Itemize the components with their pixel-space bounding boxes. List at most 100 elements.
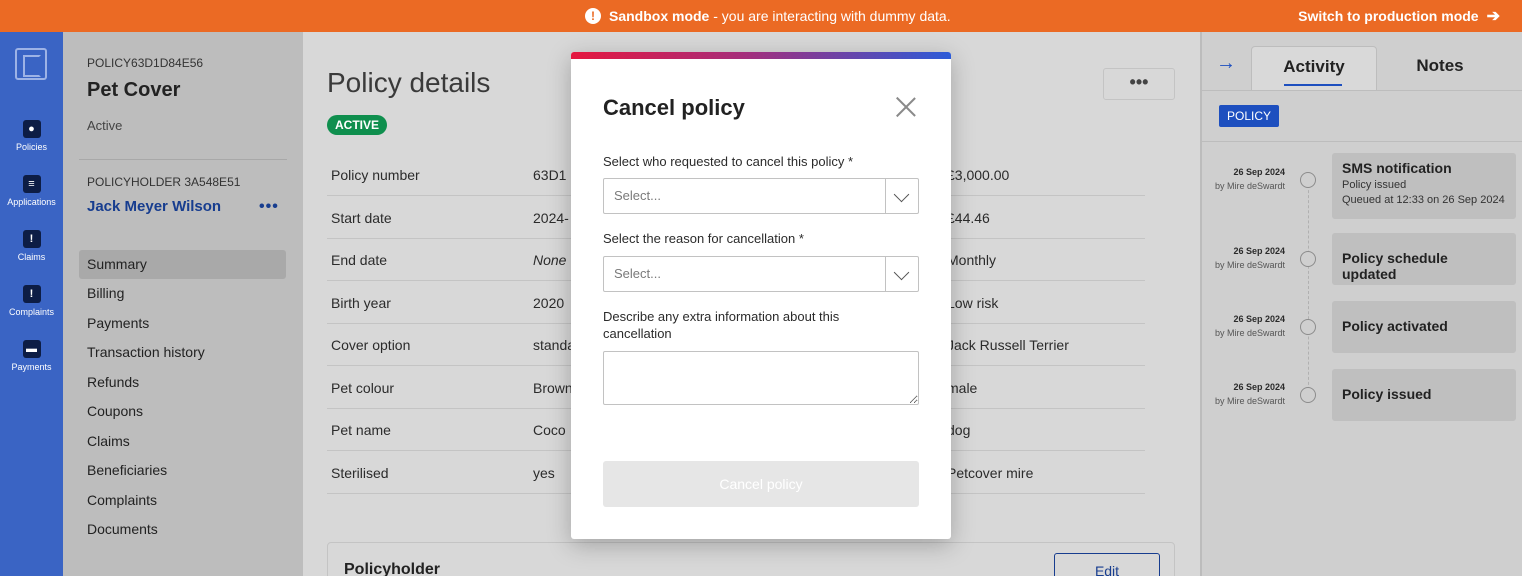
requester-dropdown-button[interactable] — [885, 179, 918, 213]
activity-panel: → Activity Notes POLICY 26 Sep 2024 by M… — [1200, 32, 1522, 576]
extra-info-textarea[interactable] — [603, 351, 919, 405]
payments-icon: ▬ — [22, 340, 41, 358]
timeline-dot — [1300, 251, 1316, 267]
detail-value: yes — [533, 465, 555, 481]
switch-production-label: Switch to production mode — [1298, 8, 1479, 24]
nav-item-policies[interactable]: ● Policies — [0, 120, 63, 152]
activity-author: by Mire deSwardt — [1214, 396, 1285, 406]
activity-date: 26 Sep 2024 — [1233, 314, 1285, 324]
divider — [1202, 90, 1522, 91]
menu-item-summary[interactable]: Summary — [79, 250, 286, 279]
timeline-dot — [1300, 387, 1316, 403]
reason-select-value: Select... — [614, 266, 661, 281]
activity-card[interactable]: Policy schedule updated — [1332, 233, 1516, 285]
detail-value: Petcover mire — [947, 465, 1034, 481]
nav-label: Payments — [11, 362, 52, 372]
detail-value: 2020 — [533, 295, 565, 311]
policyholder-card: Policyholder Edit — [327, 542, 1175, 576]
nav-label: Applications — [7, 197, 56, 207]
detail-value: Jack Russell Terrier — [947, 337, 1069, 353]
detail-label: End date — [331, 252, 388, 268]
reason-label: Select the reason for cancellation * — [603, 231, 804, 246]
sandbox-message: ! Sandbox mode - you are interacting wit… — [585, 0, 951, 32]
exclamation-icon: ! — [585, 8, 601, 24]
activity-author: by Mire deSwardt — [1214, 328, 1285, 338]
policy-filter-chip[interactable]: POLICY — [1219, 105, 1280, 127]
edit-button[interactable]: Edit — [1054, 553, 1160, 576]
collapse-panel-icon[interactable]: → — [1216, 52, 1236, 75]
cancel-policy-button[interactable]: Cancel policy — [603, 461, 919, 507]
detail-label: Sterilised — [331, 465, 389, 481]
applications-icon: ≡ — [22, 175, 41, 193]
activity-title: Policy issued — [1342, 386, 1432, 402]
reason-select[interactable]: Select... — [603, 256, 919, 292]
detail-value: male — [947, 380, 978, 396]
activity-card[interactable]: Policy activated — [1332, 301, 1516, 353]
logo-icon[interactable] — [15, 48, 47, 80]
activity-line: Queued at 12:33 on 26 Sep 2024 — [1342, 194, 1505, 206]
menu-item-billing[interactable]: Billing — [79, 279, 286, 308]
detail-value: standa — [533, 337, 576, 353]
policyholder-more-button[interactable]: ••• — [259, 198, 279, 216]
nav-item-payments[interactable]: ▬ Payments — [0, 340, 63, 372]
menu-item-beneficiaries[interactable]: Beneficiaries — [79, 456, 286, 485]
detail-label: Pet name — [331, 422, 391, 438]
detail-label: Policy number — [331, 167, 420, 183]
requester-select[interactable]: Select... — [603, 178, 919, 214]
activity-date: 26 Sep 2024 — [1233, 246, 1285, 256]
menu-item-transaction-history[interactable]: Transaction history — [79, 338, 286, 367]
activity-card[interactable]: SMS notification Policy issued Queued at… — [1332, 153, 1516, 219]
menu-item-complaints[interactable]: Complaints — [79, 486, 286, 515]
more-actions-button[interactable]: ••• — [1103, 68, 1175, 100]
activity-line: Policy issued — [1342, 179, 1407, 191]
tab-label: Activity — [1283, 57, 1345, 76]
menu-item-documents[interactable]: Documents — [79, 515, 286, 544]
modal-title: Cancel policy — [603, 95, 745, 120]
nav-item-applications[interactable]: ≡ Applications — [0, 175, 63, 207]
detail-value: Monthly — [947, 252, 997, 268]
tab-activity[interactable]: Activity — [1251, 46, 1377, 90]
policy-name: Pet Cover — [87, 79, 181, 101]
page-title: Policy details — [327, 67, 491, 98]
timeline-line — [1308, 180, 1309, 400]
detail-value: Brown — [533, 380, 573, 396]
tab-notes[interactable]: Notes — [1377, 46, 1503, 90]
chevron-down-icon — [893, 264, 910, 281]
timeline-dot — [1300, 172, 1316, 188]
modal-accent-bar — [571, 52, 951, 59]
detail-value: £44.46 — [947, 210, 990, 226]
cancel-policy-modal: Cancel policy Select who requested to ca… — [571, 52, 951, 539]
menu-item-coupons[interactable]: Coupons — [79, 397, 286, 426]
detail-value: Coco — [533, 422, 566, 438]
activity-card[interactable]: Policy issued — [1332, 369, 1516, 421]
policyholder-reference: POLICYHOLDER 3A548E51 — [87, 175, 241, 189]
policy-status: Active — [87, 118, 123, 133]
nav-label: Complaints — [8, 307, 55, 317]
complaints-icon: ! — [22, 285, 41, 303]
detail-value: 63D1 — [533, 167, 567, 183]
policyholder-name-link[interactable]: Jack Meyer Wilson — [87, 198, 221, 215]
policy-sidebar: POLICY63D1D84E56 Pet Cover Active POLICY… — [63, 32, 303, 576]
divider — [1202, 141, 1522, 142]
detail-value: Low risk — [947, 295, 999, 311]
policy-reference: POLICY63D1D84E56 — [87, 56, 204, 70]
menu-item-refunds[interactable]: Refunds — [79, 368, 286, 397]
nav-label: Claims — [17, 252, 46, 262]
status-badge: ACTIVE — [327, 115, 388, 135]
reason-dropdown-button[interactable] — [885, 257, 918, 291]
detail-label: Birth year — [331, 295, 391, 311]
switch-production-link[interactable]: Switch to production mode ➔ — [1298, 0, 1500, 32]
sandbox-mode-text: - you are interacting with dummy data. — [709, 8, 951, 24]
arrow-right-icon: ➔ — [1486, 8, 1500, 25]
left-nav-content: ● Policies ≡ Applications ! Claims ! Com… — [0, 32, 63, 576]
menu-item-payments[interactable]: Payments — [79, 309, 286, 338]
close-icon[interactable] — [893, 94, 919, 120]
detail-value: None — [533, 252, 567, 268]
activity-title: Policy activated — [1342, 318, 1448, 334]
menu-item-claims[interactable]: Claims — [79, 427, 286, 456]
nav-item-claims[interactable]: ! Claims — [0, 230, 63, 262]
nav-item-complaints[interactable]: ! Complaints — [0, 285, 63, 317]
sandbox-banner: ! Sandbox mode - you are interacting wit… — [0, 0, 1522, 32]
detail-label: Pet colour — [331, 380, 395, 396]
activity-title: SMS notification — [1342, 160, 1452, 176]
